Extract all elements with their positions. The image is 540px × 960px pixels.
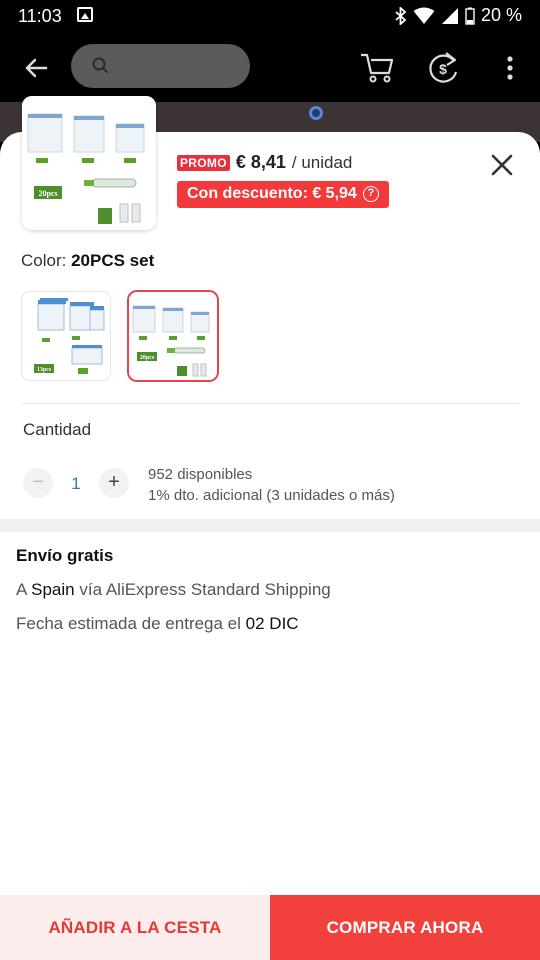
variant-image-selected: 20pcs — [129, 292, 217, 380]
variant-option-20pcs[interactable]: 20pcs — [129, 292, 217, 380]
info-question-icon[interactable]: ? — [362, 186, 379, 202]
thumb-pack-label: 20pcs — [38, 189, 57, 198]
variant-pack-label: 13pcs — [37, 367, 52, 373]
product-main-thumbnail[interactable]: 20pcs — [22, 96, 156, 230]
shipping-method: vía AliExpress Standard Shipping — [79, 580, 331, 599]
status-time: 11:03 — [18, 6, 62, 26]
vacuum-bags-image: 20pcs — [22, 96, 156, 230]
quantity-label: Cantidad — [23, 420, 92, 439]
more-options-icon[interactable] — [498, 52, 522, 84]
status-right: 20 % — [395, 5, 522, 26]
shipping-prefix: A — [16, 580, 27, 599]
image-notification-icon — [77, 7, 93, 22]
share-earn-icon[interactable]: $ — [424, 48, 462, 86]
delivery-estimate: Fecha estimada de entrega el 02 DIC — [16, 614, 299, 634]
shipping-title[interactable]: Envío gratis — [16, 546, 113, 566]
color-prefix: Color: — [21, 251, 67, 270]
section-divider — [22, 403, 519, 404]
discount-price-badge[interactable]: Con descuento: € 5,94 ? — [177, 181, 389, 208]
back-arrow-icon[interactable] — [20, 52, 52, 84]
price-row: PROMO € 8,41 / unidad — [177, 152, 352, 173]
svg-text:$: $ — [439, 61, 447, 77]
discount-price-label: Con descuento: € 5,94 — [187, 185, 357, 202]
unit-price: € 8,41 — [235, 152, 286, 172]
variant-pack-label: 20pcs — [140, 355, 155, 361]
bulk-discount-note: 1% dto. adicional (3 unidades o más) — [148, 487, 395, 504]
shipping-destination[interactable]: A Spain vía AliExpress Standard Shipping — [16, 580, 331, 600]
stock-available: 952 disponibles — [148, 466, 253, 483]
delivery-date: 02 DIC — [245, 614, 299, 633]
delivery-prefix: Fecha estimada de entrega el — [16, 614, 241, 633]
variant-option-13pcs[interactable]: 13pcs — [22, 292, 110, 380]
buy-now-button[interactable]: COMPRAR AHORA — [270, 895, 540, 960]
signal-icon — [441, 7, 458, 24]
battery-icon — [465, 7, 475, 25]
color-value: 20PCS set — [71, 251, 155, 270]
section-separator — [0, 519, 540, 532]
status-bar: 11:03 20 % — [0, 0, 540, 32]
quantity-value[interactable]: 1 — [60, 474, 92, 494]
close-icon[interactable] — [489, 152, 515, 178]
variant-image: 13pcs — [22, 292, 110, 380]
background-indicator-dot — [309, 106, 323, 120]
battery-percent: 20 % — [480, 5, 522, 25]
search-bar[interactable] — [71, 44, 250, 88]
price-unit: / unidad — [291, 152, 353, 172]
bluetooth-icon — [395, 6, 407, 25]
app-bar: $ — [0, 32, 540, 102]
shipping-country: Spain — [31, 580, 75, 599]
add-to-cart-button[interactable]: AÑADIR A LA CESTA — [0, 895, 270, 960]
color-selection-label: Color: 20PCS set — [21, 251, 154, 271]
search-icon — [92, 57, 108, 73]
promo-tag: PROMO — [177, 154, 230, 171]
quantity-decrease-button[interactable]: − — [23, 468, 53, 498]
wifi-icon — [413, 7, 435, 24]
cart-icon[interactable] — [358, 48, 396, 86]
quantity-increase-button[interactable]: + — [99, 468, 129, 498]
